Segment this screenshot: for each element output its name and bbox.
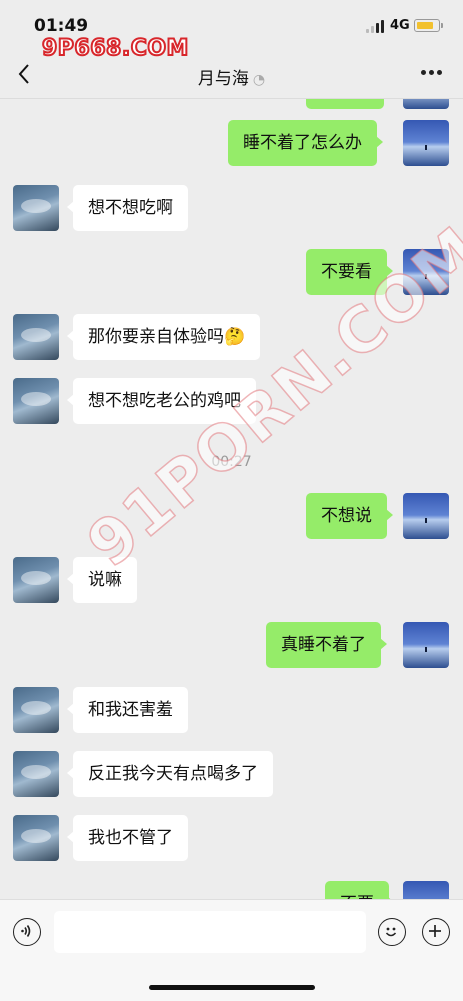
message-bubble[interactable]: 真睡不着了: [266, 622, 387, 668]
plus-icon[interactable]: [422, 918, 450, 946]
contact-avatar[interactable]: [13, 378, 59, 424]
message-bubble[interactable]: 我也不管了: [67, 815, 188, 861]
battery-icon: [414, 19, 443, 32]
contact-avatar[interactable]: [13, 557, 59, 603]
message-bubble[interactable]: 不要看: [306, 249, 393, 295]
message-bubble[interactable]: 那你要亲自体验吗🤔: [66, 314, 261, 360]
message-bubble[interactable]: 不想说: [306, 493, 393, 539]
my-avatar[interactable]: [403, 120, 449, 166]
home-indicator[interactable]: [149, 985, 315, 990]
message-bubble[interactable]: 想不想吃老公的鸡吧: [67, 378, 256, 424]
chat-title-wrap: 月与海 ◔: [0, 64, 463, 89]
status-time: 01:49: [34, 16, 89, 36]
contact-avatar[interactable]: [13, 751, 59, 797]
my-avatar[interactable]: [403, 99, 449, 109]
contact-avatar[interactable]: [13, 815, 59, 861]
message-bubble-partial[interactable]: [306, 99, 384, 109]
message-bubble[interactable]: 和我还害羞: [67, 687, 188, 733]
more-dots-icon[interactable]: [421, 70, 443, 76]
message-bubble[interactable]: 睡不着了怎么办: [228, 120, 383, 166]
my-avatar[interactable]: [403, 881, 449, 899]
message-timestamp: 00:27: [211, 454, 252, 470]
my-avatar[interactable]: [403, 493, 449, 539]
chat-title: 月与海: [197, 69, 249, 89]
contact-avatar[interactable]: [13, 314, 59, 360]
watermark-logo: 9P668.COM: [41, 35, 189, 62]
contact-avatar[interactable]: [13, 185, 59, 231]
contact-avatar[interactable]: [13, 687, 59, 733]
message-input[interactable]: [54, 911, 366, 953]
message-bubble[interactable]: 不要: [325, 881, 395, 899]
message-bubble[interactable]: 说嘛: [67, 557, 137, 603]
my-avatar[interactable]: [403, 622, 449, 668]
ear-icon: ◔: [252, 72, 266, 88]
message-bubble[interactable]: 想不想吃啊: [67, 185, 188, 231]
voice-icon[interactable]: [13, 918, 41, 946]
message-bubble[interactable]: 反正我今天有点喝多了: [67, 751, 273, 797]
message-list[interactable]: 睡不着了怎么办 想不想吃啊 不要看 那你要亲自体验吗🤔 想不想吃老公的鸡吧 00…: [0, 99, 463, 899]
emoji-icon[interactable]: [378, 918, 406, 946]
signal-icon: [366, 20, 386, 33]
network-type: 4G: [390, 18, 410, 33]
my-avatar[interactable]: [403, 249, 449, 295]
